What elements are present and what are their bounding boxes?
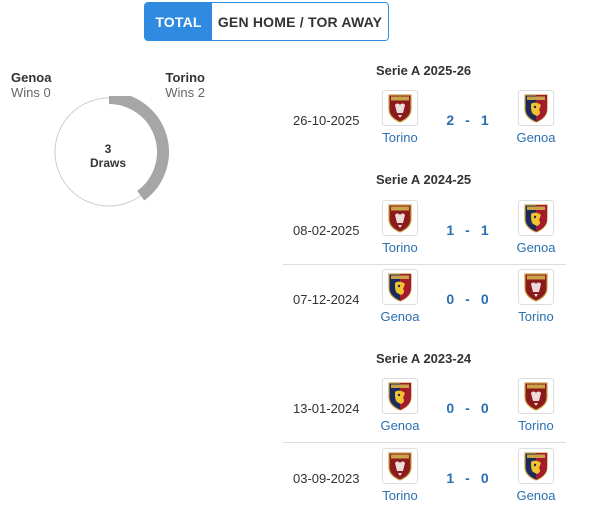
- away-crest: [518, 448, 554, 484]
- home-score: 2: [446, 112, 456, 128]
- score-separator: -: [465, 112, 471, 128]
- match-date: 13-01-2024: [293, 400, 360, 416]
- away-score: 0: [480, 291, 490, 307]
- home-crest: [382, 90, 418, 126]
- home-team-name: Genoa: [380, 418, 420, 433]
- summary-team-wins: Wins 0: [11, 85, 51, 100]
- match-date: 07-12-2024: [293, 291, 360, 307]
- away-crest: [518, 269, 554, 305]
- draws-label: 3 Draws: [53, 142, 163, 170]
- home-team[interactable]: Genoa: [370, 378, 430, 433]
- home-team-name: Torino: [382, 130, 418, 145]
- score-separator: -: [465, 470, 471, 486]
- away-score: 1: [480, 112, 490, 128]
- match-score: 1 - 1: [433, 196, 503, 264]
- away-crest: [518, 90, 554, 126]
- torino-crest-icon: [388, 452, 412, 481]
- home-crest: [382, 269, 418, 305]
- torino-crest-icon: [388, 204, 412, 233]
- genoa-crest-icon: [524, 204, 548, 233]
- view-tabs: TOTAL GEN HOME / TOR AWAY: [144, 2, 389, 41]
- match-score: 2 - 1: [433, 86, 503, 154]
- away-score: 0: [480, 470, 490, 486]
- home-crest: [382, 200, 418, 236]
- summary-team-name: Genoa: [11, 70, 52, 85]
- season-header: Serie A 2024-25: [376, 172, 472, 187]
- away-team-name: Torino: [518, 418, 554, 433]
- match-date: 08-02-2025: [293, 222, 360, 238]
- home-score: 1: [446, 470, 456, 486]
- summary-genoa: Genoa Wins 0: [11, 70, 51, 100]
- home-team[interactable]: Torino: [370, 90, 430, 145]
- torino-crest-icon: [524, 273, 548, 302]
- home-team-name: Torino: [382, 488, 418, 503]
- summary-torino: Torino Wins 2: [165, 70, 205, 100]
- match-row[interactable]: 03-09-2023 Torino 1 - 0 Genoa: [283, 444, 566, 512]
- away-team[interactable]: Genoa: [506, 200, 566, 255]
- torino-crest-icon: [524, 382, 548, 411]
- score-separator: -: [465, 400, 471, 416]
- score-separator: -: [465, 222, 471, 238]
- genoa-crest-icon: [524, 452, 548, 481]
- draws-count: 3: [104, 142, 112, 156]
- home-score: 1: [446, 222, 456, 238]
- away-crest: [518, 378, 554, 414]
- tab-total[interactable]: TOTAL: [145, 3, 212, 40]
- away-team[interactable]: Genoa: [506, 90, 566, 145]
- away-team-name: Genoa: [516, 130, 556, 145]
- draws-text: Draws: [89, 156, 127, 170]
- away-team[interactable]: Torino: [506, 269, 566, 324]
- away-team-name: Genoa: [516, 488, 556, 503]
- home-score: 0: [446, 291, 456, 307]
- home-team[interactable]: Torino: [370, 448, 430, 503]
- summary-team-wins: Wins 2: [165, 85, 205, 100]
- season-header: Serie A 2023-24: [376, 351, 472, 366]
- match-score: 0 - 0: [433, 374, 503, 442]
- summary-team-name: Torino: [165, 70, 205, 85]
- away-score: 0: [480, 400, 490, 416]
- away-team[interactable]: Genoa: [506, 448, 566, 503]
- match-row[interactable]: 26-10-2025 Torino 2 - 1 Genoa: [283, 86, 566, 154]
- score-separator: -: [465, 291, 471, 307]
- match-row[interactable]: 13-01-2024 Genoa 0 - 0 Torino: [283, 374, 566, 443]
- genoa-crest-icon: [388, 382, 412, 411]
- home-team[interactable]: Torino: [370, 200, 430, 255]
- torino-crest-icon: [388, 94, 412, 123]
- home-team-name: Genoa: [380, 309, 420, 324]
- tab-home-away[interactable]: GEN HOME / TOR AWAY: [212, 3, 388, 40]
- away-crest: [518, 200, 554, 236]
- away-score: 1: [480, 222, 490, 238]
- away-team[interactable]: Torino: [506, 378, 566, 433]
- home-crest: [382, 448, 418, 484]
- away-team-name: Torino: [518, 309, 554, 324]
- season-header: Serie A 2025-26: [376, 63, 472, 78]
- genoa-crest-icon: [388, 273, 412, 302]
- home-team[interactable]: Genoa: [370, 269, 430, 324]
- match-date: 03-09-2023: [293, 470, 360, 486]
- home-score: 0: [446, 400, 456, 416]
- away-team-name: Genoa: [516, 240, 556, 255]
- match-row[interactable]: 07-12-2024 Genoa 0 - 0 Torino: [283, 265, 566, 333]
- match-row[interactable]: 08-02-2025 Torino 1 - 1 Genoa: [283, 196, 566, 265]
- genoa-crest-icon: [524, 94, 548, 123]
- match-score: 1 - 0: [433, 444, 503, 512]
- home-team-name: Torino: [382, 240, 418, 255]
- match-score: 0 - 0: [433, 265, 503, 333]
- home-crest: [382, 378, 418, 414]
- match-date: 26-10-2025: [293, 112, 360, 128]
